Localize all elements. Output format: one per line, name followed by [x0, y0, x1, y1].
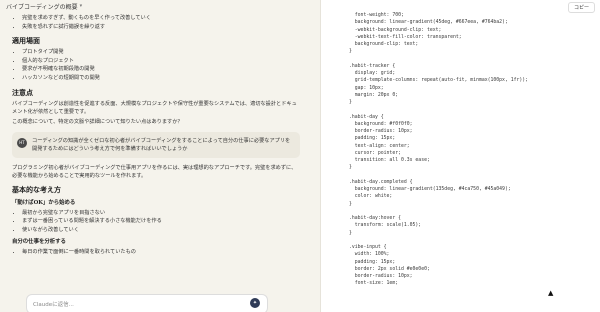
code-line: background: #f0f0f0;	[349, 121, 413, 127]
user-message-text: コーディングの知識が全くゼロな初心者がバイブコーディングをすることによって自分の…	[32, 137, 291, 152]
list-item: 毎日の作業で面倒に一番時間を取られていたもの	[22, 248, 306, 257]
section-heading: 基本的な考え方	[12, 184, 61, 194]
list-item: 要求が不明確な初期段階の開発	[22, 65, 306, 74]
list-item: プロトタイプ開発	[22, 48, 306, 57]
code-line: }	[349, 165, 352, 171]
chat-header: バイブコーディングの概要 ▾	[0, 0, 320, 12]
intro-list: 完璧を求めすぎず、動くものを早く作って改善していく 失敗を恐れずに試行錯誤を繰り…	[6, 14, 306, 31]
code-line: transform: scale(1.05);	[349, 223, 422, 229]
list-item: 個人的なプロジェクト	[22, 57, 306, 66]
avatar: HT	[17, 137, 27, 148]
code-line: gap: 10px;	[349, 85, 384, 91]
followup-question: この概念について、特定の文脈や詳細について知りたい点はありますか？	[12, 118, 183, 125]
code-artifact-panel: コピー font-weight: 700; background: linear…	[320, 0, 600, 312]
code-line: grid-template-columns: repeat(auto-fit, …	[349, 78, 529, 84]
reply-input-placeholder: Claudeに返信...	[33, 302, 74, 308]
code-line: padding: 15px;	[349, 136, 396, 142]
code-line: text-align: center;	[349, 143, 410, 149]
use-case-list: プロトタイプ開発 個人的なプロジェクト 要求が不明確な初期段階の開発 ハッカソン…	[6, 48, 306, 82]
code-line: background-clip: text;	[349, 42, 419, 47]
answer-subheading: 自分の仕事を分析する	[12, 239, 66, 246]
list-item: ハッカソンなどの短期間での開発	[22, 74, 306, 83]
code-line: .habit-day:hover {	[349, 216, 401, 221]
code-line: border: 2px solid #e0e0e0;	[349, 266, 430, 272]
analysis-list: 毎日の作業で面倒に一番時間を取られていたもの	[6, 248, 306, 257]
section-heading: 適用場面	[12, 36, 40, 46]
answer-quote: 「動けばOK」から始める	[12, 199, 76, 206]
list-item: 最初から完璧なアプリを目指さない	[22, 209, 306, 218]
answer-intro: プログラミング初心者がバイブコーディングで仕事用アプリを作るには、実は理想的なア…	[12, 164, 297, 179]
code-line: border-radius: 10px;	[349, 129, 413, 134]
code-line: color: white;	[349, 194, 393, 200]
chevron-down-icon[interactable]: ▾	[80, 3, 83, 9]
chat-panel: バイブコーディングの概要 ▾ 完璧を求めすぎず、動くものを早く作って改善していく…	[0, 0, 320, 312]
conversation-title[interactable]: バイブコーディングの概要	[6, 2, 78, 11]
user-message: HT コーディングの知識が全くゼロな初心者がバイブコーディングをすることによって…	[12, 131, 300, 158]
code-block[interactable]: font-weight: 700; background: linear-gra…	[349, 12, 589, 288]
list-item: まずは一番困っている問題を解決する小さな機能だけを作る	[22, 217, 306, 226]
code-line: background: linear-gradient(45deg, #667e…	[349, 20, 508, 26]
list-item: 完璧を求めすぎず、動くものを早く作って改善していく	[22, 14, 306, 23]
chat-transcript: 完璧を求めすぎず、動くものを早く作って改善していく 失敗を恐れずに試行錯誤を繰り…	[6, 14, 306, 257]
code-line: font-weight: 700;	[349, 13, 404, 18]
list-item: 使いながら改善していく	[22, 226, 306, 235]
send-icon[interactable]: ✦	[250, 298, 260, 308]
code-line: .habit-tracker {	[349, 63, 396, 69]
code-line: display: grid;	[349, 71, 396, 76]
code-line: transition: all 0.3s ease;	[349, 158, 430, 163]
mouse-cursor-icon: ▲	[548, 289, 554, 297]
code-line: cursor: pointer;	[349, 150, 401, 156]
answer-list: 最初から完璧なアプリを目指さない まずは一番困っている問題を解決する小さな機能だ…	[6, 209, 306, 235]
code-line: background: linear-gradient(135deg, #4ca…	[349, 187, 511, 192]
code-line: }	[349, 100, 352, 105]
code-line: }	[349, 230, 352, 236]
code-line: width: 100%;	[349, 252, 390, 258]
code-line: .vibe-input {	[349, 245, 387, 250]
code-line: padding: 15px;	[349, 259, 396, 265]
reply-input[interactable]: Claudeに返信...	[26, 294, 268, 312]
code-line: .habit-day.completed {	[349, 179, 413, 185]
code-line: }	[349, 49, 352, 55]
list-item: 失敗を恐れずに試行錯誤を繰り返す	[22, 23, 306, 32]
code-line: -webkit-text-fill-color: transparent;	[349, 34, 462, 40]
code-line: margin: 20px 0;	[349, 92, 399, 98]
notes-paragraph: バイブコーディングは創造性を促進する反面、大規模なプロジェクトや保守性が重要なシ…	[12, 100, 297, 115]
code-line: }	[349, 201, 352, 207]
code-line: -webkit-background-clip: text;	[349, 27, 442, 33]
code-line: .habit-day {	[349, 114, 384, 120]
section-heading: 注意点	[12, 87, 33, 97]
code-line: font-size: 1em;	[349, 281, 399, 287]
code-line: border-radius: 10px;	[349, 274, 413, 279]
